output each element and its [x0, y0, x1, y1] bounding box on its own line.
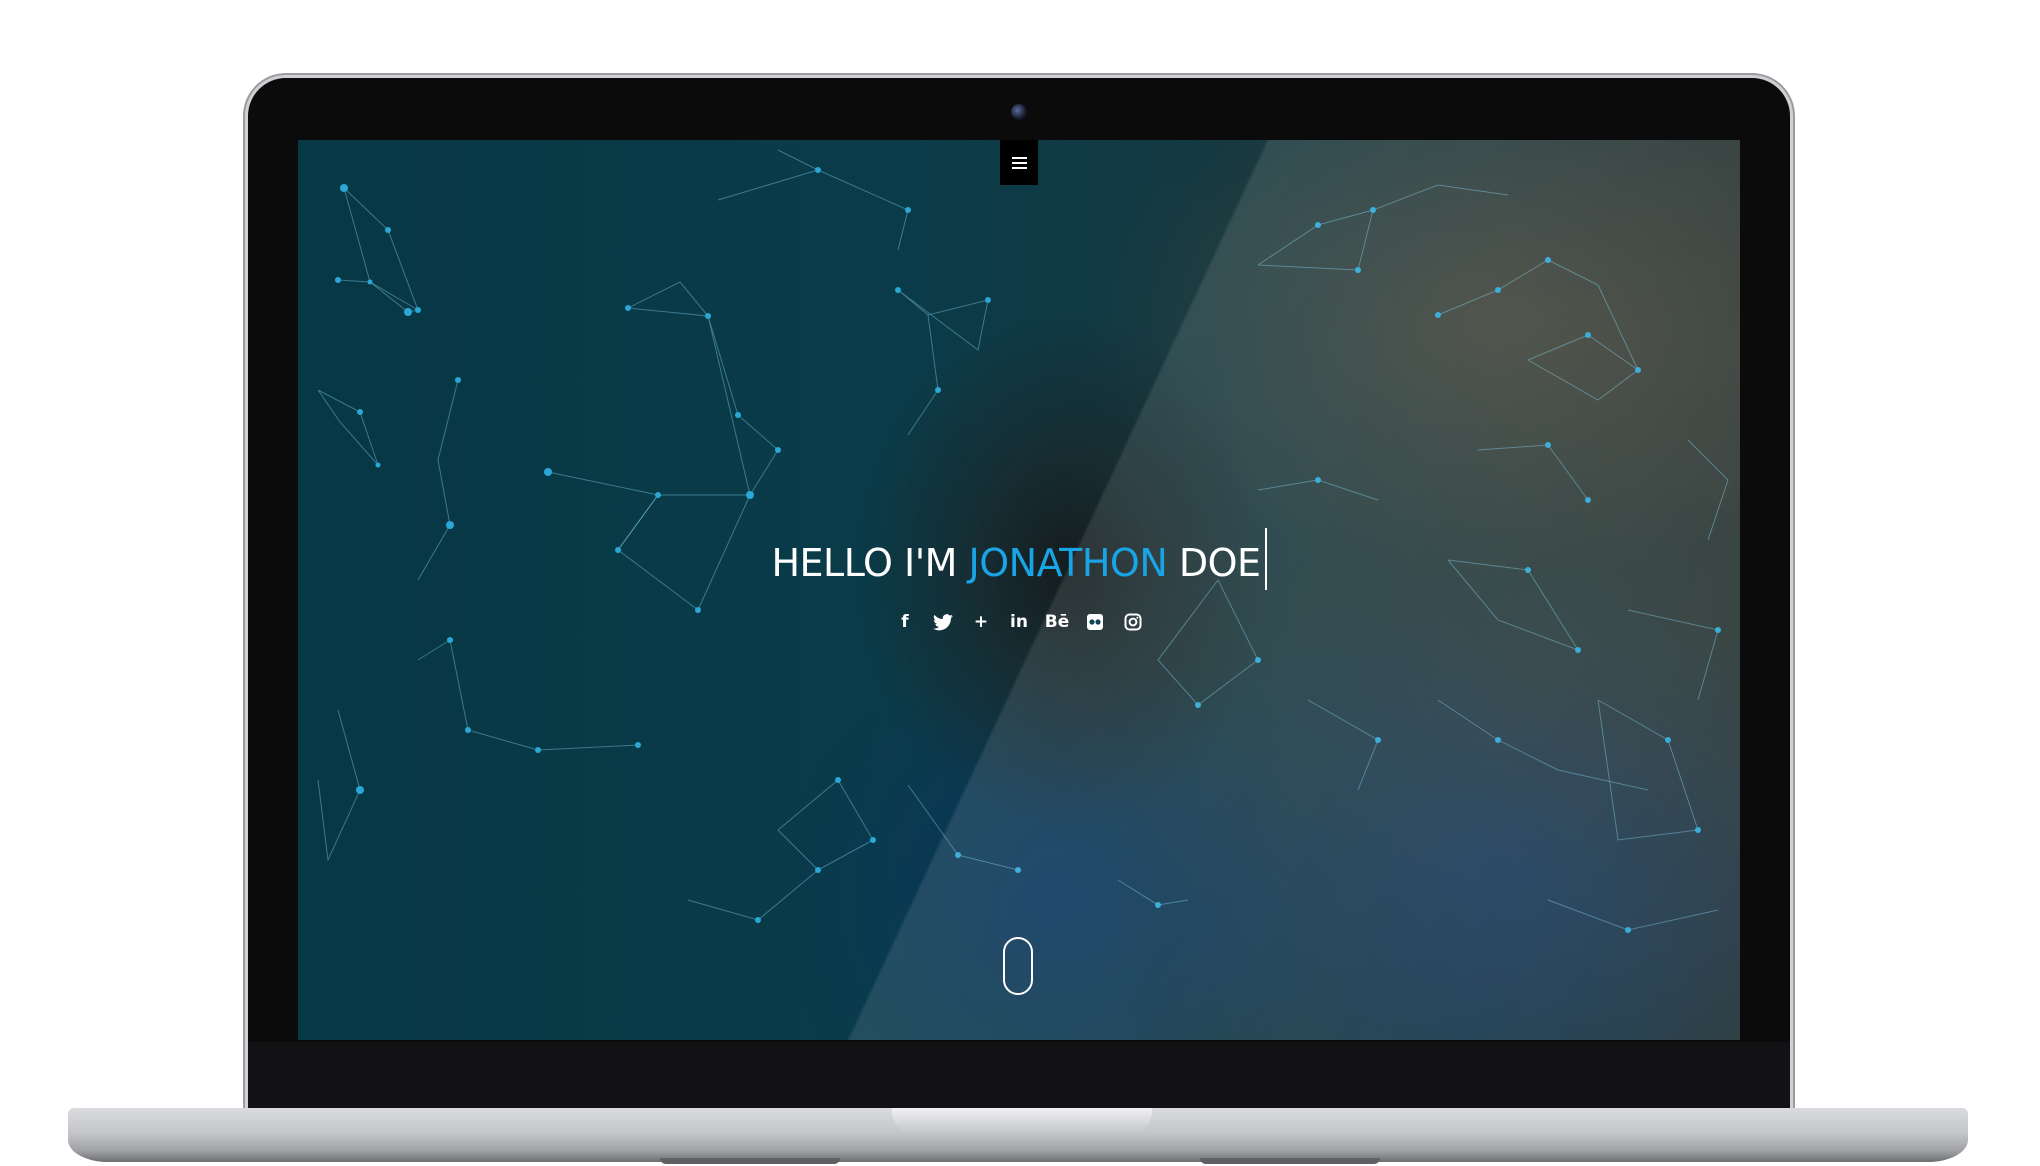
typing-cursor: [1264, 528, 1267, 590]
headline-name: JONATHON: [968, 541, 1168, 585]
laptop-foot-right: [1200, 1158, 1380, 1164]
behance-icon[interactable]: Bē: [1044, 610, 1070, 634]
mouse-scroll-icon[interactable]: [1003, 937, 1033, 995]
particle-network: [317, 149, 1729, 933]
google-plus-glyph: +: [973, 612, 989, 632]
laptop-mockup: HELLO I'M JONATHON DOE f + in Bē: [0, 0, 2040, 1166]
flickr-icon[interactable]: [1084, 610, 1107, 634]
facebook-glyph: f: [901, 612, 909, 632]
linkedin-icon[interactable]: in: [1008, 610, 1031, 634]
lower-bezel: [248, 1042, 1790, 1112]
hamburger-icon: [1011, 156, 1027, 169]
behance-glyph: Bē: [1044, 612, 1070, 632]
headline-suffix: DOE: [1167, 541, 1261, 585]
lid-opening-notch: [892, 1108, 1152, 1134]
social-links: f + in Bē: [298, 610, 1740, 634]
hero-headline: HELLO I'M JONATHON DOE: [298, 528, 1740, 590]
headline-prefix: HELLO I'M: [771, 541, 969, 585]
linkedin-glyph: in: [1010, 612, 1028, 632]
facebook-icon[interactable]: f: [894, 610, 917, 634]
menu-button[interactable]: [1000, 140, 1038, 185]
instagram-icon[interactable]: [1122, 610, 1145, 634]
webcam: [1011, 104, 1027, 120]
website-screen: HELLO I'M JONATHON DOE f + in Bē: [298, 140, 1740, 1040]
laptop-foot-left: [660, 1158, 840, 1164]
twitter-icon[interactable]: [932, 610, 955, 634]
google-plus-icon[interactable]: +: [970, 610, 993, 634]
